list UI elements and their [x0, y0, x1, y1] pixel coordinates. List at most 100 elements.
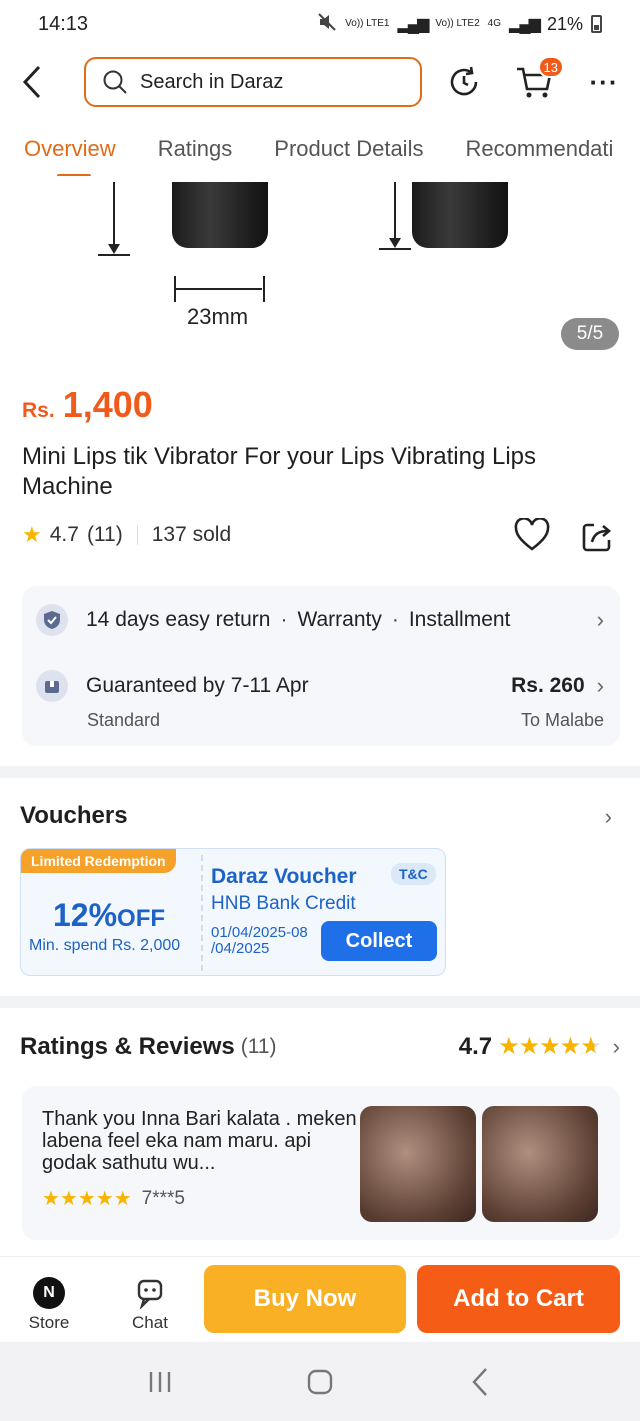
- service-info-card: 14 days easy return · Warranty · Install…: [22, 586, 620, 746]
- section-divider: [0, 996, 640, 1008]
- sold-count: 137 sold: [151, 523, 232, 546]
- shield-check-icon: [36, 604, 68, 636]
- price-currency: Rs.: [22, 399, 55, 422]
- voucher-validity: 01/04/2025-08 /04/2025: [211, 924, 308, 957]
- vouchers-title: Vouchers: [20, 802, 128, 829]
- cart-badge: 13: [537, 56, 564, 78]
- product-image-gallery[interactable]: 23mm: [0, 182, 640, 367]
- dimension-label: 23mm: [187, 304, 249, 329]
- tab-recommendations[interactable]: Recommendati: [465, 130, 613, 176]
- back-nav-button[interactable]: [450, 1357, 510, 1407]
- dimension-line: [113, 182, 115, 248]
- vouchers-more-button[interactable]: ›: [605, 804, 612, 830]
- home-button[interactable]: [290, 1357, 350, 1407]
- discount-percent: 12%: [53, 897, 118, 933]
- rating-summary[interactable]: ★ 4.7 (11) 137 sold: [22, 522, 231, 548]
- chevron-right-icon: ›: [612, 1033, 620, 1059]
- top-header: Search in Daraz 13 ···: [0, 52, 640, 112]
- share-button[interactable]: [580, 520, 614, 559]
- ship-destination: To Malabe: [520, 710, 604, 730]
- review-text: Thank you Inna Bari kalata . meken laben…: [42, 1108, 357, 1174]
- store-button[interactable]: N Store: [14, 1277, 84, 1333]
- more-dots-icon: ···: [589, 66, 619, 97]
- tab-overview[interactable]: Overview: [24, 130, 116, 176]
- refresh-clock-icon: [450, 66, 478, 96]
- divider: [136, 525, 138, 545]
- reviews-score: 4.7: [458, 1032, 493, 1060]
- section-divider: [0, 766, 640, 778]
- tab-product-details[interactable]: Product Details: [274, 130, 423, 176]
- dimension-line: [98, 254, 130, 256]
- system-nav-bar: [0, 1342, 640, 1421]
- buy-now-button[interactable]: Buy Now: [204, 1265, 406, 1333]
- search-placeholder: Search in Daraz: [140, 70, 284, 93]
- search-input[interactable]: Search in Daraz: [84, 57, 422, 107]
- home-icon: [307, 1369, 333, 1394]
- cart-button[interactable]: 13: [514, 56, 564, 102]
- battery-percent: 21%: [546, 13, 583, 34]
- warranty-label: Warranty: [297, 608, 382, 631]
- recent-apps-icon: [149, 1371, 171, 1392]
- battery-icon: [591, 15, 602, 33]
- discount-suffix: OFF: [117, 905, 166, 932]
- header-actions: 13 ···: [444, 56, 624, 102]
- rating-count: (11): [86, 523, 123, 546]
- image-page-indicator: 5/5: [561, 318, 619, 350]
- collect-button[interactable]: Collect: [321, 921, 437, 961]
- return-policy: 14 days easy return: [86, 608, 271, 631]
- delivery-type: Standard: [87, 710, 161, 730]
- add-to-cart-button[interactable]: Add to Cart: [417, 1265, 620, 1333]
- separator: ·: [391, 608, 399, 631]
- voucher-discount: 12%OFF: [53, 897, 165, 934]
- chevron-left-icon: [22, 65, 41, 99]
- delivery-box-icon: [36, 670, 68, 702]
- review-user: 7***5: [141, 1187, 185, 1209]
- more-options-button[interactable]: ···: [584, 62, 624, 102]
- limited-redemption-badge: Limited Redemption: [21, 849, 176, 873]
- price-value: 1,400: [62, 384, 153, 425]
- product-title: Mini Lips tik Vibrator For your Lips Vib…: [22, 443, 537, 500]
- heart-icon: [514, 517, 550, 551]
- tab-ratings[interactable]: Ratings: [158, 130, 233, 176]
- installment-label: Installment: [408, 608, 511, 631]
- back-button[interactable]: [0, 54, 64, 110]
- voucher-name: Daraz Voucher: [211, 865, 357, 888]
- review-photo[interactable]: [482, 1106, 598, 1222]
- voucher-min-spend: Min. spend Rs. 2,000: [29, 937, 181, 954]
- shipping-fee: Rs. 260: [511, 674, 585, 697]
- arrow-down-icon: [108, 244, 120, 254]
- separator: ·: [280, 608, 288, 631]
- reviews-header[interactable]: Ratings & Reviews (11) 4.7 ★★★★★ ›: [20, 1032, 620, 1061]
- chat-label: Chat: [132, 1313, 168, 1332]
- review-card[interactable]: Thank you Inna Bari kalata . meken laben…: [22, 1086, 620, 1240]
- arrow-down-icon: [389, 238, 401, 248]
- status-time: 14:13: [38, 12, 89, 35]
- review-rating: ★★★★★ 7***5: [42, 1186, 185, 1211]
- return-warranty-row[interactable]: 14 days easy return · Warranty · Install…: [36, 604, 604, 636]
- delivery-row[interactable]: Guaranteed by 7-11 Apr Rs. 260 ›: [36, 670, 604, 702]
- star-icon: ★: [22, 522, 42, 547]
- voucher-tc-button[interactable]: T&C: [391, 863, 436, 885]
- status-bar: 14:13 Vo)) LTE1 ▂▄▆ Vo)) LTE2 4G ▂▄▆ 21%: [0, 0, 640, 48]
- chat-button[interactable]: Chat: [115, 1277, 185, 1333]
- bottom-action-bar: N Store Chat Buy Now Add to Cart: [0, 1256, 640, 1342]
- reviews-count: (11): [240, 1034, 277, 1058]
- delivery-estimate: Guaranteed by 7-11 Apr: [86, 674, 309, 697]
- product-price: Rs. 1,400: [22, 384, 153, 426]
- voucher-bank: HNB Bank Credit: [211, 893, 356, 914]
- review-photo[interactable]: [360, 1106, 476, 1222]
- network-type: 4G: [487, 18, 502, 29]
- voucher-discount-panel: Limited Redemption 12%OFF Min. spend Rs.…: [21, 849, 201, 975]
- reviews-title: Ratings & Reviews: [20, 1032, 235, 1060]
- search-icon: [103, 70, 127, 94]
- store-label: Store: [28, 1313, 70, 1332]
- recent-apps-button[interactable]: [130, 1357, 190, 1407]
- rating-value: 4.7: [49, 523, 79, 546]
- sim2-indicator: Vo)) LTE2: [435, 18, 480, 29]
- history-button[interactable]: [444, 62, 484, 102]
- signal-icon: ▂▄▆: [509, 16, 541, 33]
- store-logo-icon: N: [33, 1277, 65, 1309]
- share-icon: [582, 523, 612, 552]
- wishlist-button[interactable]: [514, 517, 550, 557]
- rating-stars: ★★★★★: [498, 1033, 602, 1060]
